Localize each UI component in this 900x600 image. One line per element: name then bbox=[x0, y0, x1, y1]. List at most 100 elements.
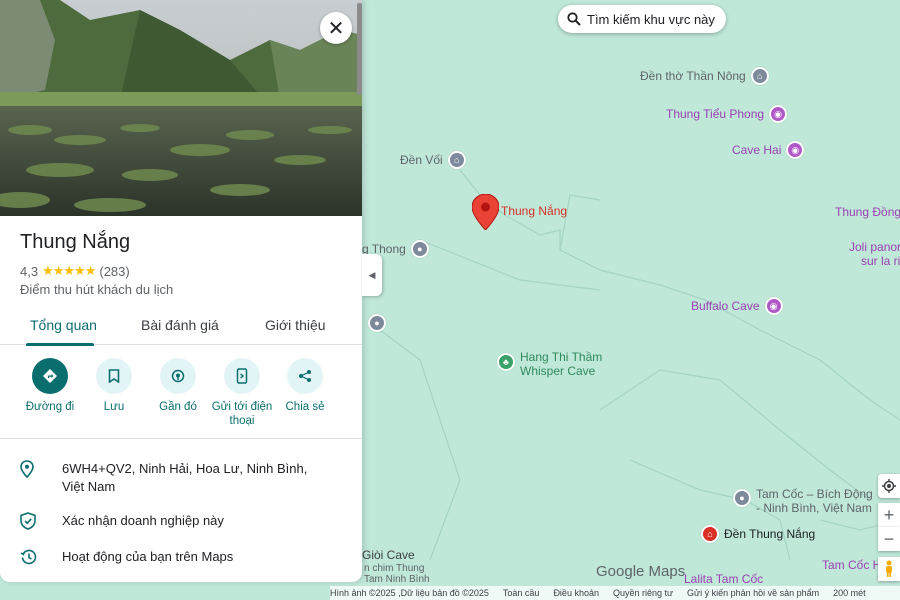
street-view-pegman[interactable] bbox=[878, 557, 900, 581]
poi-tam-coc-h[interactable]: Tam Cốc H bbox=[822, 558, 881, 572]
pin-icon: ● bbox=[733, 489, 751, 507]
footer-feedback[interactable]: Gửi ý kiến phản hồi về sản phẩm bbox=[687, 588, 819, 598]
collapse-panel-button[interactable]: ◀ bbox=[362, 254, 382, 296]
poi-sur-la-ri[interactable]: sur la ri bbox=[861, 254, 900, 268]
claim-business-row[interactable]: Xác nhận doanh nghiệp này bbox=[0, 512, 362, 535]
location-icon bbox=[0, 460, 62, 496]
place-category[interactable]: Điểm thu hút khách du lịch bbox=[20, 282, 173, 297]
verified-shield-icon bbox=[0, 512, 62, 535]
poi-gioi-cave[interactable]: Giòi Cave bbox=[362, 548, 415, 562]
zoom-in-button[interactable]: + bbox=[878, 503, 900, 527]
minus-icon: − bbox=[883, 528, 895, 549]
poi-label: Tam Cốc H bbox=[822, 558, 882, 572]
poi-label: Thung Tiểu Phong bbox=[666, 107, 765, 121]
place-photo[interactable]: ✕ bbox=[0, 0, 362, 216]
footer-attribution: Hình ảnh ©2025 ,Dữ liệu bản đồ ©2025 bbox=[330, 588, 489, 598]
search-this-area-label: Tìm kiếm khu vực này bbox=[587, 11, 715, 27]
poi-label: n chim Thung Tam Ninh Bình bbox=[364, 563, 430, 585]
maps-activity-row[interactable]: Hoạt động của bạn trên Maps bbox=[0, 548, 362, 571]
save-label: Lưu bbox=[103, 401, 125, 413]
pegman-icon bbox=[886, 560, 892, 577]
share-label: Chia sẻ bbox=[285, 401, 325, 413]
share-icon bbox=[287, 358, 323, 394]
camera-icon: ◉ bbox=[764, 297, 783, 315]
park-icon: ♣ bbox=[497, 353, 515, 371]
poi-label: Đền Thung Nắng bbox=[724, 527, 816, 541]
tab-reviews[interactable]: Bài đánh giá bbox=[141, 317, 219, 333]
poi-den-thung-nang[interactable]: ⌂ Đền Thung Nắng bbox=[701, 525, 815, 543]
pin-icon: ● bbox=[368, 314, 386, 332]
nearby-icon bbox=[160, 358, 196, 394]
poi-label: Giòi Cave bbox=[362, 548, 415, 562]
temple-icon: ⌂ bbox=[701, 525, 719, 543]
footer-scale[interactable]: 200 mét bbox=[833, 588, 866, 598]
send-to-phone-button[interactable]: Gửi tới điện thoại bbox=[210, 358, 274, 428]
footer-terms[interactable]: Điều khoản bbox=[553, 588, 599, 598]
star-rating: ★★★★★ bbox=[42, 263, 96, 278]
save-button[interactable]: Lưu bbox=[82, 358, 146, 414]
poi-joli[interactable]: Joli panor bbox=[849, 240, 900, 254]
poi-tam-coc[interactable]: ● Tam Cốc – Bích Động - Ninh Bình, Việt … bbox=[733, 487, 873, 515]
poi-label: Tam Cốc – Bích Động - Ninh Bình, Việt Na… bbox=[756, 487, 873, 515]
poi-chim-thung[interactable]: n chim Thung Tam Ninh Bình bbox=[364, 563, 430, 585]
directions-icon bbox=[32, 358, 68, 394]
poi-cave-hai[interactable]: ◉ Cave Hai bbox=[732, 141, 805, 159]
location-target-icon bbox=[882, 479, 896, 493]
poi-label: Cave Hai bbox=[732, 143, 782, 157]
camera-icon: ◉ bbox=[786, 141, 805, 159]
place-tabs: Tổng quan Bài đánh giá Giới thiệu bbox=[0, 305, 362, 346]
temple-icon: ⌂ bbox=[447, 151, 466, 169]
selected-place-label[interactable]: Thung Nắng bbox=[501, 204, 567, 218]
poi-thung-dong[interactable]: Thung Đồng bbox=[835, 205, 900, 219]
temple-icon: ⌂ bbox=[750, 67, 769, 85]
rating-value: 4,3 bbox=[20, 263, 39, 279]
nearby-button[interactable]: Gần đó bbox=[146, 358, 210, 414]
section-divider bbox=[0, 438, 362, 439]
pin-icon: ● bbox=[410, 240, 429, 258]
poi-label: sur la ri bbox=[861, 254, 900, 268]
red-pin-icon bbox=[471, 193, 500, 231]
tab-overview[interactable]: Tổng quan bbox=[30, 317, 97, 333]
google-maps-logo: Google Maps bbox=[596, 563, 686, 580]
place-details-panel: ✕ Thung Nắng 4,3 ★★★★★ (283) Điểm thu hú… bbox=[0, 0, 362, 582]
footer-privacy[interactable]: Quyền riêng tư bbox=[613, 588, 673, 598]
close-icon: ✕ bbox=[327, 17, 345, 40]
maps-activity-text: Hoạt động của bạn trên Maps bbox=[62, 549, 234, 564]
poi-unnamed[interactable]: ● bbox=[368, 314, 386, 332]
plus-icon: + bbox=[883, 504, 895, 525]
search-this-area-button[interactable]: Tìm kiếm khu vực này bbox=[558, 5, 726, 33]
poi-label: Joli panor bbox=[849, 240, 900, 254]
poi-hang-thi-tham[interactable]: ♣ Hang Thi Thầm Whisper Cave bbox=[497, 350, 602, 378]
review-count[interactable]: (283) bbox=[99, 264, 129, 279]
poi-den-voi[interactable]: ⌂ Đền Vối bbox=[400, 151, 466, 169]
poi-buffalo-cave[interactable]: ◉ Buffalo Cave bbox=[691, 297, 783, 315]
poi-label: Đền thờ Thần Nông bbox=[640, 69, 746, 83]
poi-label: Đền Vối bbox=[400, 153, 443, 167]
poi-den-tho-than-nong[interactable]: ⌂ Đền thờ Thần Nông bbox=[640, 67, 769, 85]
panel-scrollbar[interactable] bbox=[357, 3, 362, 95]
share-button[interactable]: Chia sẻ bbox=[273, 358, 337, 414]
poi-thung-tieu-phong[interactable]: ◉ Thung Tiểu Phong bbox=[666, 105, 788, 123]
zoom-out-button[interactable]: − bbox=[878, 527, 900, 551]
address-text: 6WH4+QV2, Ninh Hải, Hoa Lư, Ninh Bình, V… bbox=[62, 461, 308, 494]
poi-label: Hang Thi Thầm Whisper Cave bbox=[520, 350, 603, 378]
place-title: Thung Nắng bbox=[20, 231, 131, 253]
selected-place-marker[interactable] bbox=[471, 193, 500, 235]
my-location-button[interactable] bbox=[878, 474, 900, 498]
camera-icon: ◉ bbox=[769, 105, 788, 123]
footer-global[interactable]: Toàn cầu bbox=[503, 588, 540, 598]
nearby-label: Gần đó bbox=[159, 401, 197, 413]
poi-label: Buffalo Cave bbox=[691, 299, 760, 313]
poi-lalita[interactable]: Lalita Tam Cốc bbox=[684, 572, 763, 586]
directions-button[interactable]: Đường đi bbox=[18, 358, 82, 414]
close-button[interactable]: ✕ bbox=[320, 12, 352, 44]
rating-row[interactable]: 4,3 ★★★★★ (283) bbox=[20, 263, 130, 279]
map-footer: Hình ảnh ©2025 ,Dữ liệu bản đồ ©2025 Toà… bbox=[330, 586, 900, 600]
active-tab-indicator bbox=[26, 343, 94, 346]
history-icon bbox=[0, 548, 62, 571]
tab-about[interactable]: Giới thiệu bbox=[265, 317, 326, 333]
poi-label: Thung Đồng bbox=[835, 205, 900, 219]
address-row[interactable]: 6WH4+QV2, Ninh Hải, Hoa Lư, Ninh Bình, V… bbox=[0, 460, 362, 496]
poi-label: Lalita Tam Cốc bbox=[684, 572, 764, 586]
directions-label: Đường đi bbox=[25, 401, 75, 413]
